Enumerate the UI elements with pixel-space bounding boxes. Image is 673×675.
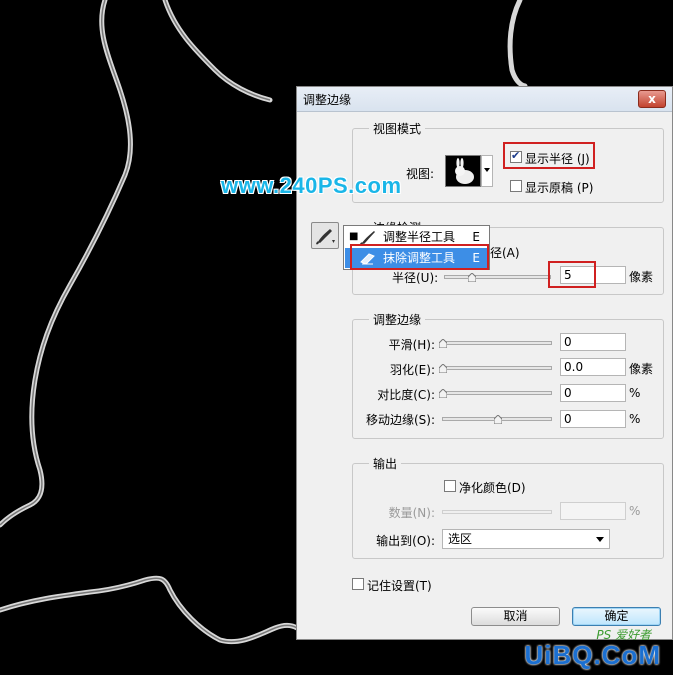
contrast-unit: % bbox=[629, 386, 641, 400]
smooth-label: 平滑(H): bbox=[388, 338, 435, 352]
contrast-label: 对比度(C): bbox=[377, 388, 435, 402]
decontaminate-checkbox[interactable] bbox=[444, 480, 456, 492]
smooth-input[interactable]: 0 bbox=[560, 333, 626, 351]
contrast-slider-thumb[interactable] bbox=[439, 389, 447, 398]
shift-edge-input[interactable]: 0 bbox=[560, 410, 626, 428]
refine-radius-brush-icon bbox=[360, 231, 375, 245]
contrast-input[interactable]: 0 bbox=[560, 384, 626, 402]
feather-label: 羽化(E): bbox=[390, 363, 435, 377]
amount-unit: % bbox=[629, 504, 641, 518]
cancel-button[interactable]: 取消 bbox=[471, 607, 560, 626]
remember-checkbox[interactable] bbox=[352, 578, 364, 590]
amount-input bbox=[560, 502, 626, 520]
watermark-text: www.240PS.com bbox=[221, 173, 402, 198]
close-button[interactable]: x bbox=[638, 90, 666, 108]
dialog-titlebar: 调整边缘 x bbox=[297, 87, 672, 112]
highlight-radius-value bbox=[548, 261, 596, 288]
site-logo: UiBQ.CoM bbox=[524, 640, 661, 670]
view-thumbnail[interactable] bbox=[445, 155, 481, 187]
brush-icon bbox=[316, 229, 335, 245]
view-mode-title: 视图模式 bbox=[369, 120, 426, 137]
view-dropdown-button[interactable] bbox=[481, 155, 493, 187]
contrast-slider[interactable] bbox=[442, 391, 552, 395]
feather-slider-thumb[interactable] bbox=[439, 364, 447, 373]
view-label: 视图: bbox=[406, 167, 435, 181]
dialog-title: 调整边缘 bbox=[303, 93, 352, 107]
show-original-label: 显示原稿 (P) bbox=[525, 181, 594, 195]
chevron-down-icon bbox=[484, 168, 490, 172]
amount-label: 数量(N): bbox=[388, 506, 435, 520]
highlight-show-radius bbox=[503, 142, 595, 169]
smooth-slider[interactable] bbox=[442, 341, 552, 345]
feather-unit: 像素 bbox=[629, 362, 654, 376]
decontaminate-label: 净化颜色(D) bbox=[459, 481, 526, 495]
shift-edge-unit: % bbox=[629, 412, 641, 426]
radius-unit: 像素 bbox=[629, 270, 654, 284]
rabbit-thumbnail-icon bbox=[455, 158, 474, 184]
show-original-checkbox[interactable] bbox=[510, 180, 522, 192]
output-to-select[interactable]: 选区 bbox=[442, 529, 610, 549]
adjust-edge-title: 调整边缘 bbox=[369, 311, 426, 328]
shift-edge-label: 移动边缘(S): bbox=[365, 413, 435, 427]
shift-edge-slider-thumb[interactable] bbox=[494, 415, 502, 424]
radius-slider[interactable] bbox=[444, 275, 551, 279]
chevron-down-icon bbox=[596, 537, 604, 542]
radius-label: 半径(U): bbox=[392, 271, 439, 285]
feather-slider[interactable] bbox=[442, 366, 552, 370]
output-to-label: 输出到(O): bbox=[376, 534, 435, 548]
ok-button[interactable]: 确定 bbox=[572, 607, 661, 626]
highlight-erase-tool bbox=[350, 244, 489, 270]
amount-slider bbox=[442, 510, 552, 514]
smooth-slider-thumb[interactable] bbox=[439, 339, 447, 348]
output-to-value: 选区 bbox=[448, 532, 473, 546]
refine-edge-dialog: 调整边缘 x 视图模式 视图: ✔ 显示半径 (J) 显示原稿 (P) 边缘检测… bbox=[296, 86, 673, 640]
refine-radius-tool-button[interactable] bbox=[311, 222, 339, 249]
remember-label: 记住设置(T) bbox=[367, 579, 432, 593]
feather-input[interactable]: 0.0 bbox=[560, 358, 626, 376]
radius-slider-thumb[interactable] bbox=[468, 273, 476, 282]
output-title: 输出 bbox=[369, 455, 402, 472]
smart-radius-label: 径(A) bbox=[490, 246, 520, 260]
